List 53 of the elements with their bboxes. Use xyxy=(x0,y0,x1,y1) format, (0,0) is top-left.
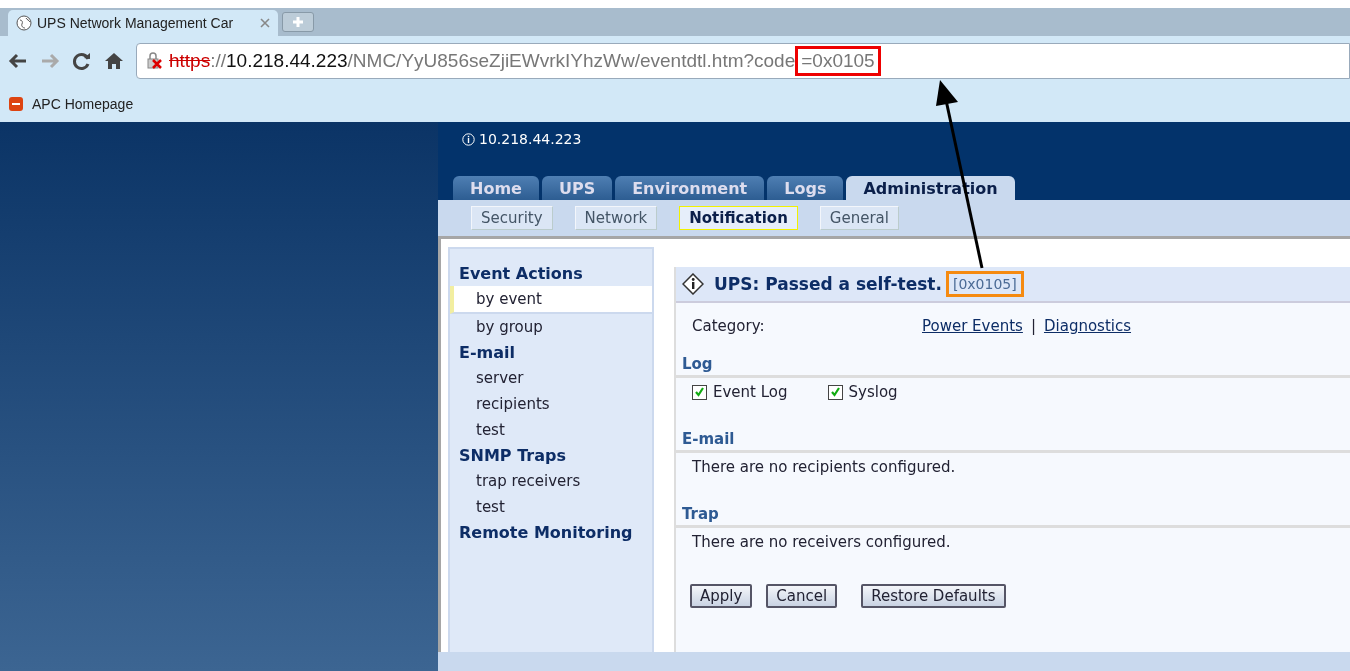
category-label: Category: xyxy=(692,317,766,335)
sub-tab[interactable]: General xyxy=(819,206,899,230)
close-icon[interactable] xyxy=(260,18,270,28)
sidebar-heading[interactable]: SNMP Traps xyxy=(450,443,652,468)
nav-tab[interactable]: Environment xyxy=(615,176,765,200)
section-heading: Log xyxy=(676,345,1350,378)
checkbox-label: Syslog xyxy=(848,383,898,401)
info-message: There are no receivers configured. xyxy=(691,532,952,553)
device-address: 10.218.44.223 xyxy=(479,131,582,147)
separator: | xyxy=(1030,317,1036,335)
stop-sign-icon xyxy=(8,96,24,112)
info-diamond-icon xyxy=(682,273,704,295)
home-icon[interactable] xyxy=(104,51,124,71)
info-icon xyxy=(462,132,475,146)
category-link[interactable]: Diagnostics xyxy=(1043,317,1131,335)
info-message: There are no recipients configured. xyxy=(691,457,957,478)
nav-tab[interactable]: Home xyxy=(453,176,539,200)
sidebar-item[interactable]: test xyxy=(450,494,652,520)
sidebar-item[interactable]: by event xyxy=(450,286,652,314)
checkbox-label: Event Log xyxy=(713,383,788,401)
action-button[interactable]: Apply xyxy=(690,584,753,608)
checkbox[interactable] xyxy=(692,384,707,400)
event-code: [0x0105] xyxy=(945,271,1024,297)
checkbox[interactable] xyxy=(827,384,843,400)
reload-icon[interactable] xyxy=(72,51,92,71)
tab-title: UPS Network Management Car xyxy=(37,15,235,31)
sidebar-item[interactable]: recipients xyxy=(450,391,652,417)
plus-icon xyxy=(292,16,304,28)
sub-tab[interactable]: Security xyxy=(471,206,553,230)
globe-icon xyxy=(16,15,32,31)
sidebar-item[interactable]: by group xyxy=(450,314,652,340)
event-title: UPS: Passed a self-test. xyxy=(714,274,942,294)
section-heading: Trap xyxy=(676,495,1350,528)
action-button[interactable]: Restore Defaults xyxy=(861,584,1006,608)
address-bar[interactable]: https://10.218.44.223/NMC/YyU856seZjiEWvrkIYhzWw/eventdtl.htm?code =0x0105 xyxy=(136,43,1350,79)
sidebar-item[interactable]: test xyxy=(450,417,652,443)
category-link[interactable]: Power Events xyxy=(922,317,1023,335)
sidebar-heading[interactable]: Event Actions xyxy=(450,261,652,286)
sidebar-heading[interactable]: Remote Monitoring xyxy=(450,520,652,545)
sub-tab[interactable]: Notification xyxy=(679,206,798,230)
back-icon[interactable] xyxy=(8,52,28,70)
new-tab-button[interactable] xyxy=(282,12,314,32)
broken-lock-icon xyxy=(145,52,165,70)
sidebar-item[interactable]: server xyxy=(450,365,652,391)
nav-tab[interactable]: Logs xyxy=(767,176,844,200)
sub-tab[interactable]: Network xyxy=(574,206,658,230)
bookmark-link[interactable]: APC Homepage xyxy=(8,96,134,112)
section-heading: E-mail xyxy=(676,420,1350,453)
sidebar-item[interactable]: trap receivers xyxy=(450,468,652,494)
browser-tab[interactable]: UPS Network Management Car xyxy=(8,10,278,36)
sidebar-heading[interactable]: E-mail xyxy=(450,340,652,365)
action-button[interactable]: Cancel xyxy=(766,584,838,608)
nav-tab[interactable]: UPS xyxy=(541,176,613,200)
